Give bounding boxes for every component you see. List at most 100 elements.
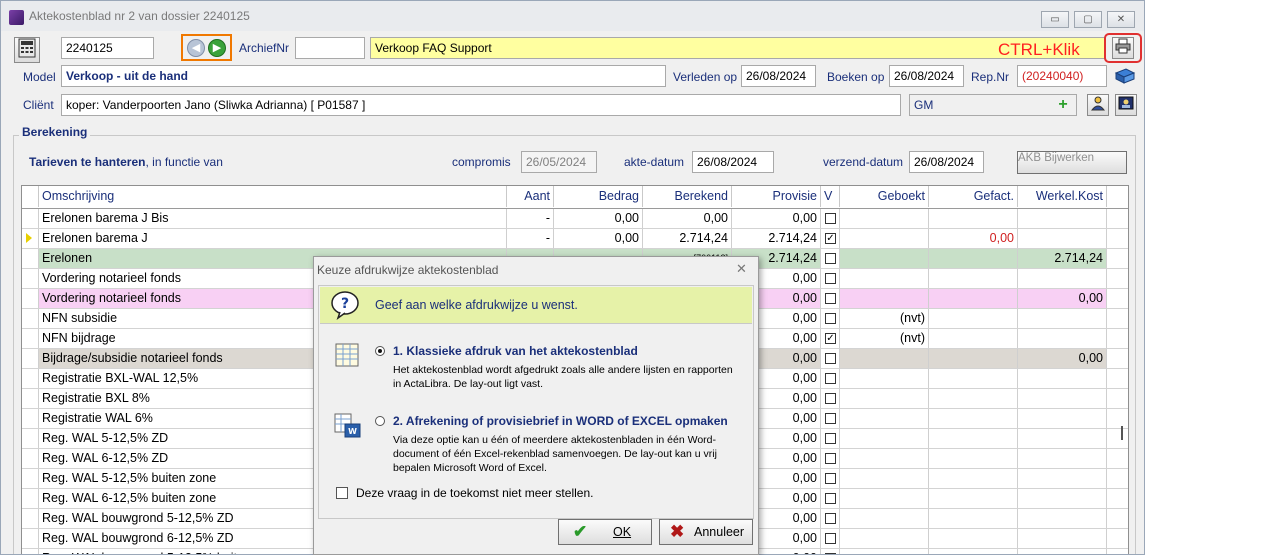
cell-v[interactable]: ✓ bbox=[821, 229, 840, 248]
cell-provisie[interactable]: 0,00 bbox=[732, 209, 821, 228]
cell-geboekt[interactable] bbox=[840, 489, 929, 508]
cancel-button[interactable]: ✖ Annuleer bbox=[659, 519, 753, 545]
cell-provisie[interactable]: 2.714,24 bbox=[732, 229, 821, 248]
cell-werkel[interactable] bbox=[1018, 529, 1107, 548]
row-indicator[interactable] bbox=[22, 389, 39, 408]
cell-gefact[interactable] bbox=[929, 349, 1018, 368]
cell-werkel[interactable] bbox=[1018, 509, 1107, 528]
row-indicator[interactable] bbox=[22, 529, 39, 548]
v-checkbox[interactable]: ✓ bbox=[825, 333, 836, 344]
row-indicator[interactable] bbox=[22, 549, 39, 554]
cell-v[interactable] bbox=[821, 549, 840, 554]
rep-field[interactable]: (20240040) bbox=[1017, 65, 1107, 87]
close-button[interactable]: ✕ bbox=[1107, 11, 1135, 28]
cell-geboekt[interactable]: (nvt) bbox=[840, 329, 929, 348]
dialog-close-icon[interactable]: ✕ bbox=[736, 261, 747, 277]
cell-gefact[interactable] bbox=[929, 469, 1018, 488]
verzend-field[interactable]: 26/08/2024 bbox=[909, 151, 984, 173]
v-checkbox[interactable] bbox=[825, 533, 836, 544]
cell-v[interactable] bbox=[821, 369, 840, 388]
cell-gefact[interactable] bbox=[929, 549, 1018, 554]
v-checkbox[interactable] bbox=[825, 493, 836, 504]
cell-geboekt[interactable] bbox=[840, 369, 929, 388]
cell-v[interactable] bbox=[821, 429, 840, 448]
akte-field[interactable]: 26/08/2024 bbox=[692, 151, 774, 173]
archief-field[interactable] bbox=[295, 37, 365, 59]
cell-werkel[interactable] bbox=[1018, 229, 1107, 248]
cell-gefact[interactable] bbox=[929, 269, 1018, 288]
v-checkbox[interactable] bbox=[825, 433, 836, 444]
v-checkbox[interactable] bbox=[825, 253, 836, 264]
cell-gefact[interactable] bbox=[929, 249, 1018, 268]
calculator-icon[interactable] bbox=[14, 37, 40, 63]
v-checkbox[interactable] bbox=[825, 213, 836, 224]
cell-v[interactable] bbox=[821, 509, 840, 528]
cell-bedrag[interactable]: 0,00 bbox=[554, 229, 643, 248]
gm-field[interactable]: GM bbox=[909, 94, 1077, 116]
cell-werkel[interactable]: 0,00 bbox=[1018, 349, 1107, 368]
dontask-label[interactable]: Deze vraag in de toekomst niet meer stel… bbox=[356, 486, 593, 500]
header-gefact[interactable]: Gefact. bbox=[929, 186, 1018, 207]
cell-v[interactable]: ✓ bbox=[821, 329, 840, 348]
cell-v[interactable] bbox=[821, 409, 840, 428]
cell-werkel[interactable] bbox=[1018, 389, 1107, 408]
cell-werkel[interactable] bbox=[1018, 489, 1107, 508]
boeken-field[interactable]: 26/08/2024 bbox=[889, 65, 964, 87]
cell-v[interactable] bbox=[821, 389, 840, 408]
row-indicator[interactable] bbox=[22, 349, 39, 368]
cell-geboekt[interactable] bbox=[840, 389, 929, 408]
table-row[interactable]: Erelonen barema J Bis -0,00 0,00 0,00 bbox=[22, 209, 1128, 229]
table-row[interactable]: Erelonen barema J -0,00 2.714,24 2.714,24 ✓ 0… bbox=[22, 229, 1128, 249]
cell-gefact[interactable] bbox=[929, 389, 1018, 408]
cell-geboekt[interactable] bbox=[840, 449, 929, 468]
cell-geboekt[interactable] bbox=[840, 469, 929, 488]
cell-geboekt[interactable] bbox=[840, 209, 929, 228]
cell-v[interactable] bbox=[821, 249, 840, 268]
cell-geboekt[interactable] bbox=[840, 269, 929, 288]
cell-geboekt[interactable] bbox=[840, 229, 929, 248]
v-checkbox[interactable] bbox=[825, 293, 836, 304]
row-indicator[interactable] bbox=[22, 449, 39, 468]
cell-aant[interactable]: - bbox=[507, 209, 554, 228]
cell-gefact[interactable] bbox=[929, 489, 1018, 508]
note-field[interactable]: Verkoop FAQ Support bbox=[370, 37, 1105, 59]
v-checkbox[interactable] bbox=[825, 413, 836, 424]
cell-werkel[interactable] bbox=[1018, 269, 1107, 288]
v-checkbox[interactable]: ✓ bbox=[825, 233, 836, 244]
cell-geboekt[interactable] bbox=[840, 289, 929, 308]
dontask-checkbox[interactable] bbox=[336, 487, 348, 499]
option2-title[interactable]: 2. Afrekening of provisiebrief in WORD o… bbox=[393, 414, 728, 428]
row-indicator[interactable] bbox=[22, 309, 39, 328]
cell-gefact[interactable]: 0,00 bbox=[929, 229, 1018, 248]
row-indicator[interactable] bbox=[22, 289, 39, 308]
v-checkbox[interactable] bbox=[825, 313, 836, 324]
cell-geboekt[interactable] bbox=[840, 429, 929, 448]
title-bar[interactable]: Aktekostenblad nr 2 van dossier 2240125 … bbox=[1, 1, 1144, 31]
row-indicator[interactable] bbox=[22, 229, 39, 248]
row-indicator[interactable] bbox=[22, 269, 39, 288]
person-search-icon[interactable] bbox=[1087, 94, 1109, 116]
cell-werkel[interactable] bbox=[1018, 309, 1107, 328]
cell-gefact[interactable] bbox=[929, 509, 1018, 528]
cell-v[interactable] bbox=[821, 289, 840, 308]
row-indicator[interactable] bbox=[22, 409, 39, 428]
row-indicator[interactable] bbox=[22, 209, 39, 228]
v-checkbox[interactable] bbox=[825, 373, 836, 384]
cell-berekend[interactable]: 0,00 bbox=[643, 209, 732, 228]
cell-werkel[interactable] bbox=[1018, 209, 1107, 228]
header-provisie[interactable]: Provisie bbox=[732, 186, 821, 207]
cell-omschrijving[interactable]: Erelonen barema J Bis bbox=[39, 209, 507, 228]
scroll-marker[interactable] bbox=[1121, 426, 1123, 440]
cell-gefact[interactable] bbox=[929, 369, 1018, 388]
cell-geboekt[interactable] bbox=[840, 549, 929, 554]
cell-gefact[interactable] bbox=[929, 309, 1018, 328]
v-checkbox[interactable] bbox=[825, 393, 836, 404]
next-icon[interactable]: ▶ bbox=[208, 39, 226, 57]
row-indicator[interactable] bbox=[22, 249, 39, 268]
compromis-field[interactable]: 26/05/2024 bbox=[521, 151, 597, 173]
ok-button[interactable]: ✔ OK bbox=[558, 519, 652, 545]
previous-icon[interactable]: ◀ bbox=[187, 39, 205, 57]
cell-gefact[interactable] bbox=[929, 409, 1018, 428]
cell-werkel[interactable] bbox=[1018, 409, 1107, 428]
dossier-field[interactable]: 2240125 bbox=[61, 37, 154, 59]
